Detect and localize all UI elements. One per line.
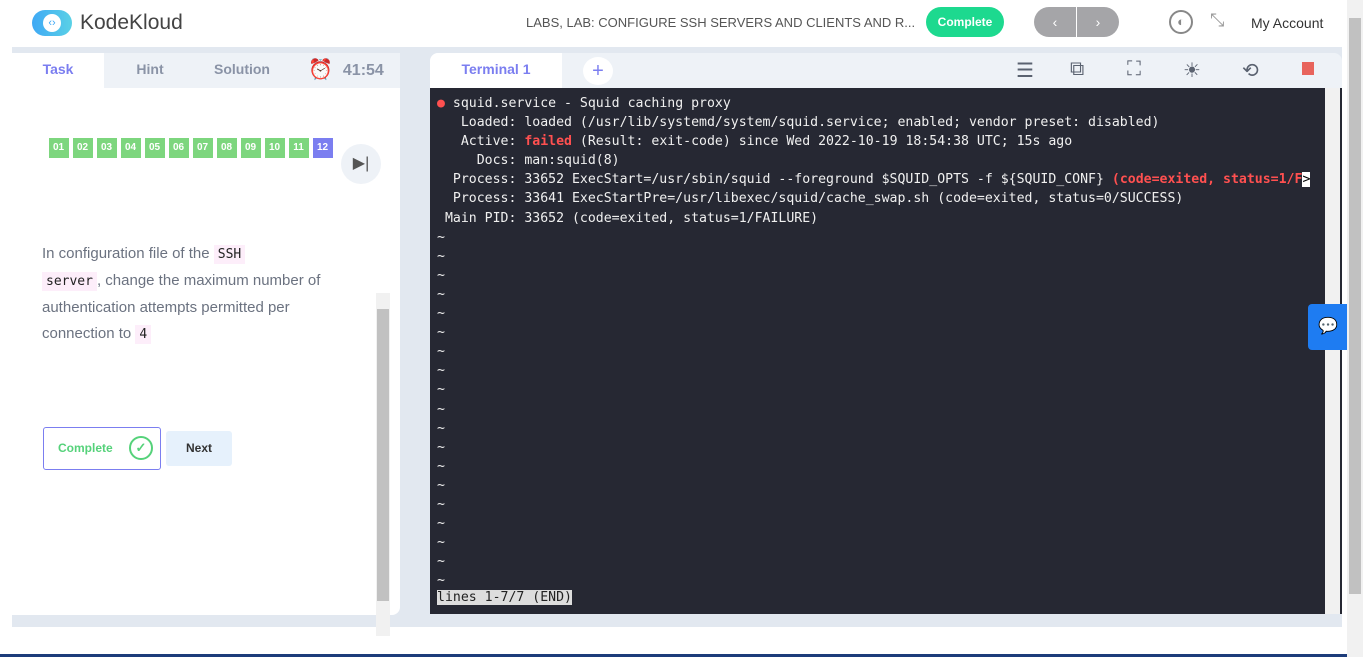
step-08[interactable]: 08 xyxy=(216,138,237,158)
step-10[interactable]: 10 xyxy=(264,138,285,158)
tilde-line: ~ xyxy=(437,477,445,493)
tab-task[interactable]: Task xyxy=(12,53,104,88)
step-03[interactable]: 03 xyxy=(96,138,117,158)
terminal-line: Active: failed (Result: exit-code) since… xyxy=(437,134,1073,150)
tilde-line: ~ xyxy=(437,535,445,551)
skip-to-end-icon[interactable]: ▶| xyxy=(341,144,381,184)
terminal-scrollbar[interactable] xyxy=(1325,88,1340,614)
tilde-line: ~ xyxy=(437,439,445,455)
breadcrumb[interactable]: LABS, LAB: CONFIGURE SSH SERVERS AND CLI… xyxy=(526,15,915,30)
my-account-link[interactable]: My Account xyxy=(1251,15,1323,31)
dark-mode-icon[interactable]: ◐ xyxy=(1169,10,1193,34)
step-list: 01 02 03 04 05 06 07 08 09 10 11 12 xyxy=(48,138,333,158)
alarm-clock-icon: ⏰ xyxy=(308,59,333,81)
tilde-line: ~ xyxy=(437,401,445,417)
brand-name: KodeKloud xyxy=(80,11,183,34)
terminal-header: Terminal 1 + ☰ ⧉ ⛶ ☀ ⟲ xyxy=(430,53,1342,88)
add-terminal-button[interactable]: + xyxy=(583,57,613,85)
step-04[interactable]: 04 xyxy=(120,138,141,158)
code-ssh: SSH xyxy=(213,245,246,264)
tilde-line: ~ xyxy=(437,420,445,436)
terminal-line: Process: 33641 ExecStartPre=/usr/libexec… xyxy=(437,191,1184,207)
menu-icon[interactable]: ☰ xyxy=(1016,58,1034,83)
tab-solution[interactable]: Solution xyxy=(196,53,288,88)
tilde-line: ~ xyxy=(437,573,445,589)
tilde-line: ~ xyxy=(437,325,445,341)
tilde-line: ~ xyxy=(437,248,445,264)
task-panel: Task Hint Solution ⏰ 41:54 01 02 03 04 05 06 07… xyxy=(12,53,400,636)
step-06[interactable]: 06 xyxy=(168,138,189,158)
tilde-line: ~ xyxy=(437,286,445,302)
tab-hint[interactable]: Hint xyxy=(104,53,196,88)
task-scrollbar[interactable] xyxy=(376,293,390,636)
tilde-line: ~ xyxy=(437,458,445,474)
task-description: In configuration file of the SSH server, … xyxy=(42,245,321,344)
lab-complete-button[interactable]: Complete xyxy=(926,7,1004,37)
collapse-icon[interactable]: ⤡ xyxy=(1210,10,1224,31)
kodekloud-logo[interactable]: KodeKloud xyxy=(32,10,183,36)
tilde-line: ~ xyxy=(437,363,445,379)
next-button[interactable]: › xyxy=(1077,7,1119,37)
step-07[interactable]: 07 xyxy=(192,138,213,158)
pager-status: lines 1-7/7 (END) xyxy=(437,590,572,606)
page-scrollbar[interactable] xyxy=(1347,0,1363,657)
code-4: 4 xyxy=(135,325,152,344)
timer-value: 41:54 xyxy=(342,62,384,79)
code-server: server xyxy=(42,272,97,291)
chat-icon[interactable]: 💬 xyxy=(1308,304,1348,350)
task-complete-button[interactable]: Complete ✓ xyxy=(43,427,161,470)
terminal-output[interactable]: ● squid.service - Squid caching proxy Lo… xyxy=(430,88,1342,614)
brightness-icon[interactable]: ☀ xyxy=(1183,58,1201,83)
tilde-line: ~ xyxy=(437,382,445,398)
tilde-line: ~ xyxy=(437,496,445,512)
tilde-line: ~ xyxy=(437,306,445,322)
tilde-line: ~ xyxy=(437,229,445,245)
terminal-line: Main PID: 33652 (code=exited, status=1/F… xyxy=(437,210,819,226)
reset-icon[interactable]: ⟲ xyxy=(1242,58,1259,83)
timer: ⏰ 41:54 xyxy=(308,53,400,88)
step-11[interactable]: 11 xyxy=(288,138,309,158)
task-next-button[interactable]: Next xyxy=(166,431,232,466)
stop-icon[interactable] xyxy=(1302,62,1314,75)
step-09[interactable]: 09 xyxy=(240,138,261,158)
step-02[interactable]: 02 xyxy=(72,138,93,158)
tab-terminal-1[interactable]: Terminal 1 xyxy=(430,53,562,88)
tilde-line: ~ xyxy=(437,344,445,360)
terminal-line: ● squid.service - Squid caching proxy xyxy=(437,96,731,111)
open-external-icon[interactable]: ⧉ xyxy=(1070,58,1084,81)
lab-nav: ‹ › xyxy=(1034,7,1119,37)
terminal-line: Docs: man:squid(8) xyxy=(437,153,620,169)
terminal-line: Loaded: loaded (/usr/lib/systemd/system/… xyxy=(437,115,1160,131)
check-circle-icon: ✓ xyxy=(129,436,153,460)
tilde-line: ~ xyxy=(437,267,445,283)
step-12[interactable]: 12 xyxy=(312,138,333,158)
tilde-line: ~ xyxy=(437,554,445,570)
terminal-line: Process: 33652 ExecStart=/usr/sbin/squid… xyxy=(437,172,1311,188)
top-bar: KodeKloud LABS, LAB: CONFIGURE SSH SERVE… xyxy=(0,0,1347,47)
step-01[interactable]: 01 xyxy=(48,138,69,158)
prev-button[interactable]: ‹ xyxy=(1034,7,1076,37)
step-05[interactable]: 05 xyxy=(144,138,165,158)
fullscreen-icon[interactable]: ⛶ xyxy=(1127,58,1141,81)
tilde-line: ~ xyxy=(437,516,445,532)
cloud-logo-icon xyxy=(32,10,72,36)
